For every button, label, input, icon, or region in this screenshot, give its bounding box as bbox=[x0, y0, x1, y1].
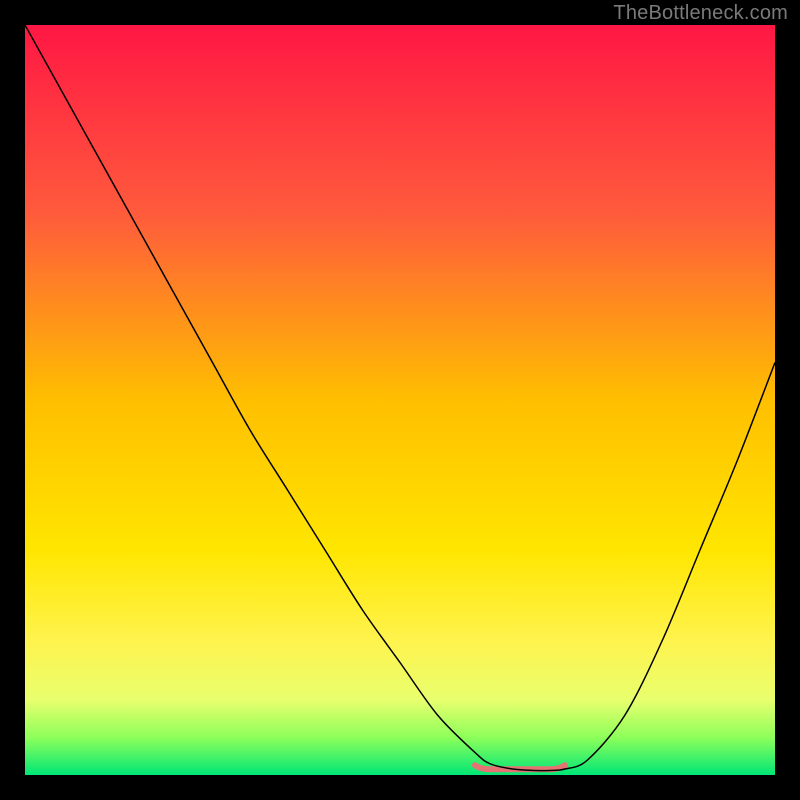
chart-frame: TheBottleneck.com bbox=[0, 0, 800, 800]
curve-layer bbox=[25, 25, 775, 775]
watermark-text: TheBottleneck.com bbox=[613, 2, 788, 25]
flat-segment bbox=[475, 765, 565, 769]
bottleneck-curve bbox=[25, 25, 775, 771]
plot-area bbox=[25, 25, 775, 775]
